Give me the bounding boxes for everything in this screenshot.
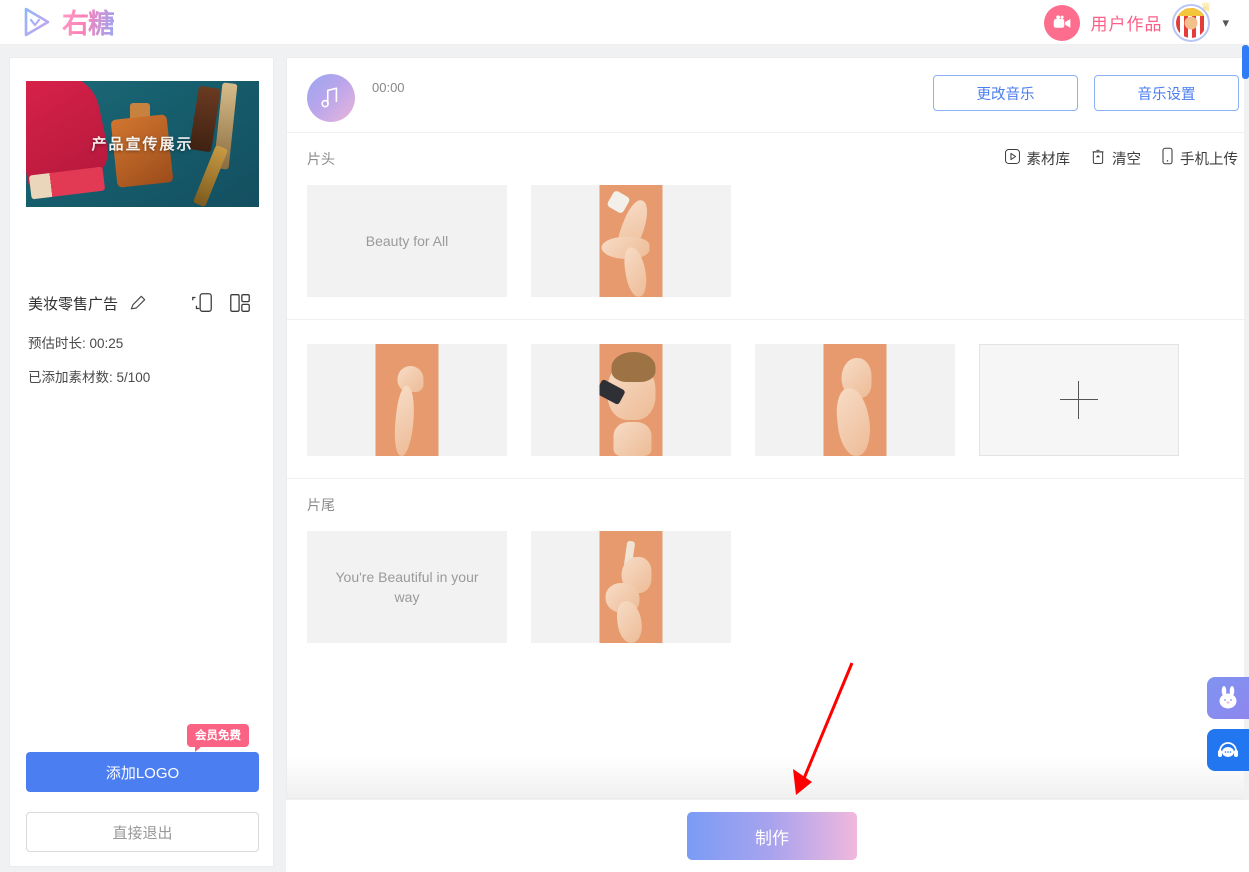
music-buttons: 更改音乐 音乐设置 (933, 75, 1239, 111)
phone-upload-action[interactable]: 手机上传 (1161, 147, 1244, 169)
music-settings-button[interactable]: 音乐设置 (1094, 75, 1239, 111)
project-thumbnail[interactable]: 产品宣传展示 (26, 81, 259, 207)
video-camera-icon[interactable] (1044, 4, 1081, 41)
clip-photo-card[interactable] (755, 344, 955, 456)
section-header-opening: 片头 素材库 清空 手机上传 (287, 133, 1244, 185)
make-video-button[interactable]: 制作 (687, 812, 857, 860)
add-material-button[interactable] (979, 344, 1179, 456)
editor-footer: 制作 (286, 800, 1249, 872)
clip-photo (599, 531, 663, 643)
play-triangle-icon (18, 3, 56, 41)
section-title-opening: 片头 (307, 151, 335, 167)
avatar-face (1184, 16, 1198, 30)
clear-label: 清空 (1112, 151, 1141, 168)
photo-art-hair (611, 352, 656, 382)
media-library-action[interactable]: 素材库 (1004, 148, 1071, 169)
avatar[interactable]: ♕ (1172, 0, 1212, 42)
media-library-icon (1004, 148, 1021, 169)
clip-photo-card[interactable] (531, 185, 731, 297)
pencil-icon[interactable] (128, 293, 148, 313)
photo-art-neck (613, 422, 652, 456)
trash-icon (1090, 148, 1106, 169)
vertical-scrollbar-thumb[interactable] (1242, 45, 1249, 79)
exit-button[interactable]: 直接退出 (26, 812, 259, 852)
clip-photo (375, 344, 439, 456)
bunny-assistant-icon[interactable] (1207, 677, 1249, 719)
section-header-ending: 片尾 (287, 479, 1244, 531)
aspect-ratio-icon[interactable] (190, 291, 214, 315)
top-bar: 右糖 用户作品 ♕ ▾ (0, 0, 1249, 45)
top-bar-right: 用户作品 ♕ ▾ (1044, 0, 1231, 45)
section-title-ending: 片尾 (307, 497, 335, 513)
section-divider-1 (287, 319, 1244, 320)
clear-action[interactable]: 清空 (1090, 148, 1141, 169)
phone-upload-label: 手机上传 (1180, 151, 1238, 168)
clip-photo-card[interactable] (531, 531, 731, 643)
clip-text-card[interactable]: Beauty for All (307, 185, 507, 297)
page-title: 美妆零售广告 (28, 295, 119, 313)
scroll-fade (287, 756, 1244, 798)
music-time: 00:00 (372, 80, 405, 95)
clip-text: You're Beautiful in your way (335, 569, 479, 605)
clip-photo (599, 185, 663, 297)
plus-icon (1060, 381, 1098, 419)
app-logo-text: 右糖 (62, 2, 115, 41)
opening-clip-row: Beauty for All (287, 185, 1244, 297)
editor-main-panel: 00:00 更改音乐 音乐设置 片头 素材库 清空 手机上传 Beauty fo… (286, 57, 1244, 799)
add-logo-button[interactable]: 添加LOGO (26, 752, 259, 792)
body-clip-row (287, 344, 1244, 456)
vip-free-badge: 会员免费 (187, 724, 249, 752)
thumbnail-art-stick-3 (192, 144, 229, 207)
change-music-button[interactable]: 更改音乐 (933, 75, 1078, 111)
clip-text: Beauty for All (365, 233, 449, 249)
music-note-icon[interactable] (307, 74, 355, 122)
clip-photo (823, 344, 887, 456)
project-sidebar: 产品宣传展示 美妆零售广告 预估时长: 00:25 已添加素材数: 5/100 (9, 57, 274, 867)
thumbnail-overlay-text: 产品宣传展示 (91, 136, 194, 153)
clip-photo-card[interactable] (531, 344, 731, 456)
app-logo[interactable]: 右糖 (18, 2, 115, 41)
ending-clip-row: You're Beautiful in your way (287, 531, 1244, 643)
music-bar: 00:00 更改音乐 音乐设置 (287, 58, 1244, 133)
project-title-row: 美妆零售广告 (28, 288, 263, 318)
add-logo-wrap: 会员免费 添加LOGO (26, 724, 259, 792)
chevron-down-icon[interactable]: ▾ (1220, 15, 1231, 31)
layout-template-icon[interactable] (228, 291, 252, 315)
phone-upload-icon (1161, 147, 1174, 169)
customer-service-icon[interactable] (1207, 729, 1249, 771)
clip-photo (599, 344, 663, 456)
clip-photo-card[interactable] (307, 344, 507, 456)
user-works-link[interactable]: 用户作品 (1090, 10, 1162, 35)
clip-text-card[interactable]: You're Beautiful in your way (307, 531, 507, 643)
material-count: 已添加素材数: 5/100 (28, 370, 151, 385)
crown-icon: ♕ (1200, 0, 1212, 14)
media-library-label: 素材库 (1026, 151, 1071, 168)
section-actions: 素材库 清空 手机上传 (1004, 147, 1245, 169)
estimated-duration: 预估时长: 00:25 (28, 336, 124, 351)
